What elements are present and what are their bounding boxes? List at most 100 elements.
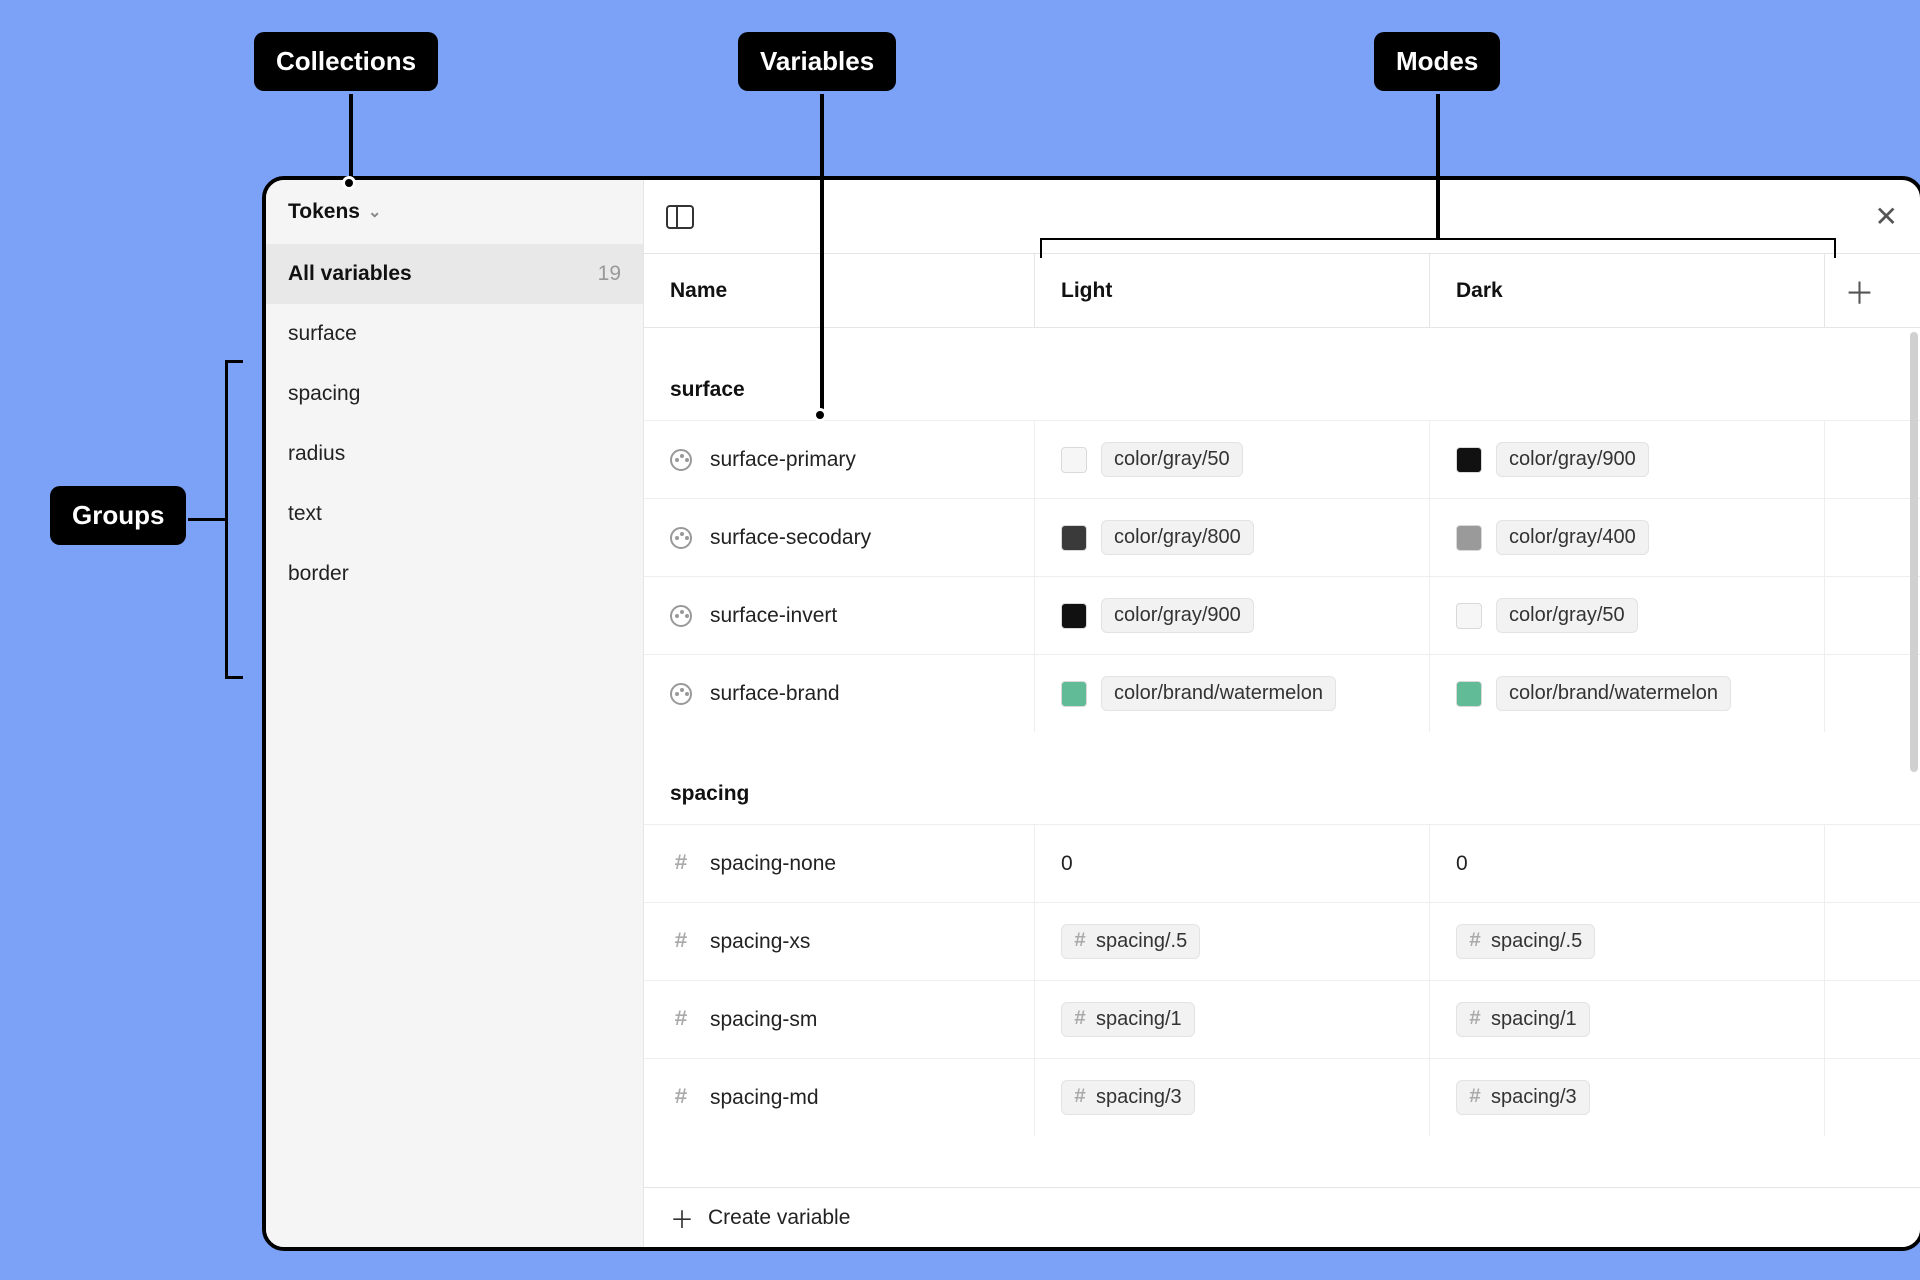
cell-light[interactable]: 0 <box>1034 825 1429 902</box>
value-alias[interactable]: #spacing/1 <box>1061 1002 1195 1037</box>
bracket-tick <box>225 360 243 363</box>
create-variable-label: Create variable <box>708 1206 850 1230</box>
cell-dark[interactable]: #spacing/1 <box>1429 981 1824 1058</box>
cell-light[interactable]: color/brand/watermelon <box>1034 655 1429 732</box>
callout-modes: Modes <box>1374 32 1500 91</box>
variables-panel: Tokens ⌄ All variables 19 surfacespacing… <box>262 176 1920 1251</box>
sidebar-group-radius[interactable]: radius <box>266 424 643 484</box>
table-row[interactable]: #spacing-xs#spacing/.5#spacing/.5 <box>644 902 1920 980</box>
close-icon[interactable]: ✕ <box>1875 203 1898 231</box>
scrollbar[interactable] <box>1910 332 1918 772</box>
cell-dark[interactable]: 0 <box>1429 825 1824 902</box>
value-alias[interactable]: #spacing/1 <box>1456 1002 1590 1037</box>
row-end <box>1824 577 1894 654</box>
alias-label: color/gray/400 <box>1509 526 1636 549</box>
table-row[interactable]: # spacing-md #spacing/3 #spacing/3 <box>644 1058 1920 1136</box>
cell-dark[interactable]: color/gray/900 <box>1429 421 1824 498</box>
color-swatch[interactable] <box>1061 525 1087 551</box>
color-swatch[interactable] <box>1456 525 1482 551</box>
value-alias[interactable]: color/brand/watermelon <box>1496 676 1731 711</box>
value-alias[interactable]: color/gray/400 <box>1496 520 1649 555</box>
number-icon: # <box>1074 930 1086 953</box>
cell-light[interactable]: #spacing/.5 <box>1034 903 1429 980</box>
table-row[interactable]: surface-brandcolor/brand/watermeloncolor… <box>644 654 1920 732</box>
row-end <box>1824 981 1894 1058</box>
cell-light[interactable]: #spacing/3 <box>1034 1059 1429 1136</box>
value-alias[interactable]: #spacing/.5 <box>1061 924 1200 959</box>
column-mode-dark[interactable]: Dark <box>1429 254 1824 327</box>
color-swatch[interactable] <box>1061 603 1087 629</box>
row-end <box>1824 499 1894 576</box>
color-swatch[interactable] <box>1456 603 1482 629</box>
number-icon: # <box>1469 930 1481 953</box>
add-mode-button[interactable]: ＋ <box>1824 254 1894 327</box>
variable-count: 19 <box>598 262 621 286</box>
cell-light[interactable]: #spacing/1 <box>1034 981 1429 1058</box>
value-alias[interactable]: color/brand/watermelon <box>1101 676 1336 711</box>
table-row[interactable]: #spacing-sm#spacing/1#spacing/1 <box>644 980 1920 1058</box>
cell-light[interactable]: color/gray/900 <box>1034 577 1429 654</box>
bracket-tick <box>225 676 243 679</box>
variable-name: spacing-md <box>710 1086 819 1110</box>
variable-name: surface-secodary <box>710 526 871 550</box>
number-icon: # <box>1469 1086 1481 1109</box>
color-icon <box>670 527 692 549</box>
callout-collections: Collections <box>254 32 438 91</box>
value-plain[interactable]: 0 <box>1456 852 1468 876</box>
cell-dark[interactable]: color/brand/watermelon <box>1429 655 1824 732</box>
alias-label: spacing/1 <box>1096 1008 1182 1031</box>
color-swatch[interactable] <box>1456 681 1482 707</box>
collection-picker[interactable]: Tokens ⌄ <box>266 180 643 244</box>
alias-label: spacing/.5 <box>1491 930 1582 953</box>
main: ✕ Name Light Dark ＋ surfacesurface-prima… <box>644 180 1920 1247</box>
cell-dark[interactable]: # spacing/.5 <box>1429 903 1824 980</box>
value-alias[interactable]: color/gray/50 <box>1101 442 1243 477</box>
plus-icon: ＋ <box>670 1200 694 1235</box>
table-row[interactable]: surface-invertcolor/gray/900color/gray/5… <box>644 576 1920 654</box>
cell-dark[interactable]: color/gray/400 <box>1429 499 1824 576</box>
value-alias[interactable]: color/gray/50 <box>1496 598 1638 633</box>
cell-light[interactable]: color/gray/50 <box>1034 421 1429 498</box>
column-mode-light[interactable]: Light <box>1034 254 1429 327</box>
sidebar-group-spacing[interactable]: spacing <box>266 364 643 424</box>
chevron-down-icon: ⌄ <box>368 202 381 222</box>
color-swatch[interactable] <box>1061 447 1087 473</box>
table-row[interactable]: #spacing-none00 <box>644 824 1920 902</box>
sidebar-toggle-icon[interactable] <box>666 205 694 229</box>
sidebar-group-text[interactable]: text <box>266 484 643 544</box>
sidebar-group-surface[interactable]: surface <box>266 304 643 364</box>
value-alias[interactable]: color/gray/800 <box>1101 520 1254 555</box>
leader-dot <box>813 408 827 422</box>
create-variable-button[interactable]: ＋ Create variable <box>644 1187 1920 1247</box>
leader-line <box>349 94 353 180</box>
alias-label: color/brand/watermelon <box>1509 682 1718 705</box>
column-name: Name <box>644 254 1034 327</box>
sidebar-all-label: All variables <box>288 262 412 286</box>
value-alias[interactable]: # spacing/.5 <box>1456 924 1595 959</box>
color-swatch[interactable] <box>1061 681 1087 707</box>
value-alias[interactable]: color/gray/900 <box>1496 442 1649 477</box>
sidebar-all-variables[interactable]: All variables 19 <box>266 244 643 304</box>
toolbar: ✕ <box>644 180 1920 254</box>
bracket-line <box>225 360 228 678</box>
section-header-spacing: spacing <box>644 732 1920 824</box>
table-row[interactable]: surface-primary color/gray/50 color/gray/9… <box>644 420 1920 498</box>
number-icon: # <box>670 853 692 875</box>
cell-dark[interactable]: #spacing/3 <box>1429 1059 1824 1136</box>
table-row[interactable]: surface-secodary color/gray/800 color/gray… <box>644 498 1920 576</box>
color-icon <box>670 605 692 627</box>
number-icon: # <box>670 1087 692 1109</box>
cell-light[interactable]: color/gray/800 <box>1034 499 1429 576</box>
cell-dark[interactable]: color/gray/50 <box>1429 577 1824 654</box>
color-icon <box>670 683 692 705</box>
value-alias[interactable]: #spacing/3 <box>1061 1080 1195 1115</box>
sidebar-group-border[interactable]: border <box>266 544 643 604</box>
variable-name: spacing-xs <box>710 930 810 954</box>
value-alias[interactable]: #spacing/3 <box>1456 1080 1590 1115</box>
value-alias[interactable]: color/gray/900 <box>1101 598 1254 633</box>
color-swatch[interactable] <box>1456 447 1482 473</box>
row-end <box>1824 1059 1894 1136</box>
variable-name: surface-primary <box>710 448 856 472</box>
number-icon: # <box>670 1009 692 1031</box>
value-plain[interactable]: 0 <box>1061 852 1073 876</box>
